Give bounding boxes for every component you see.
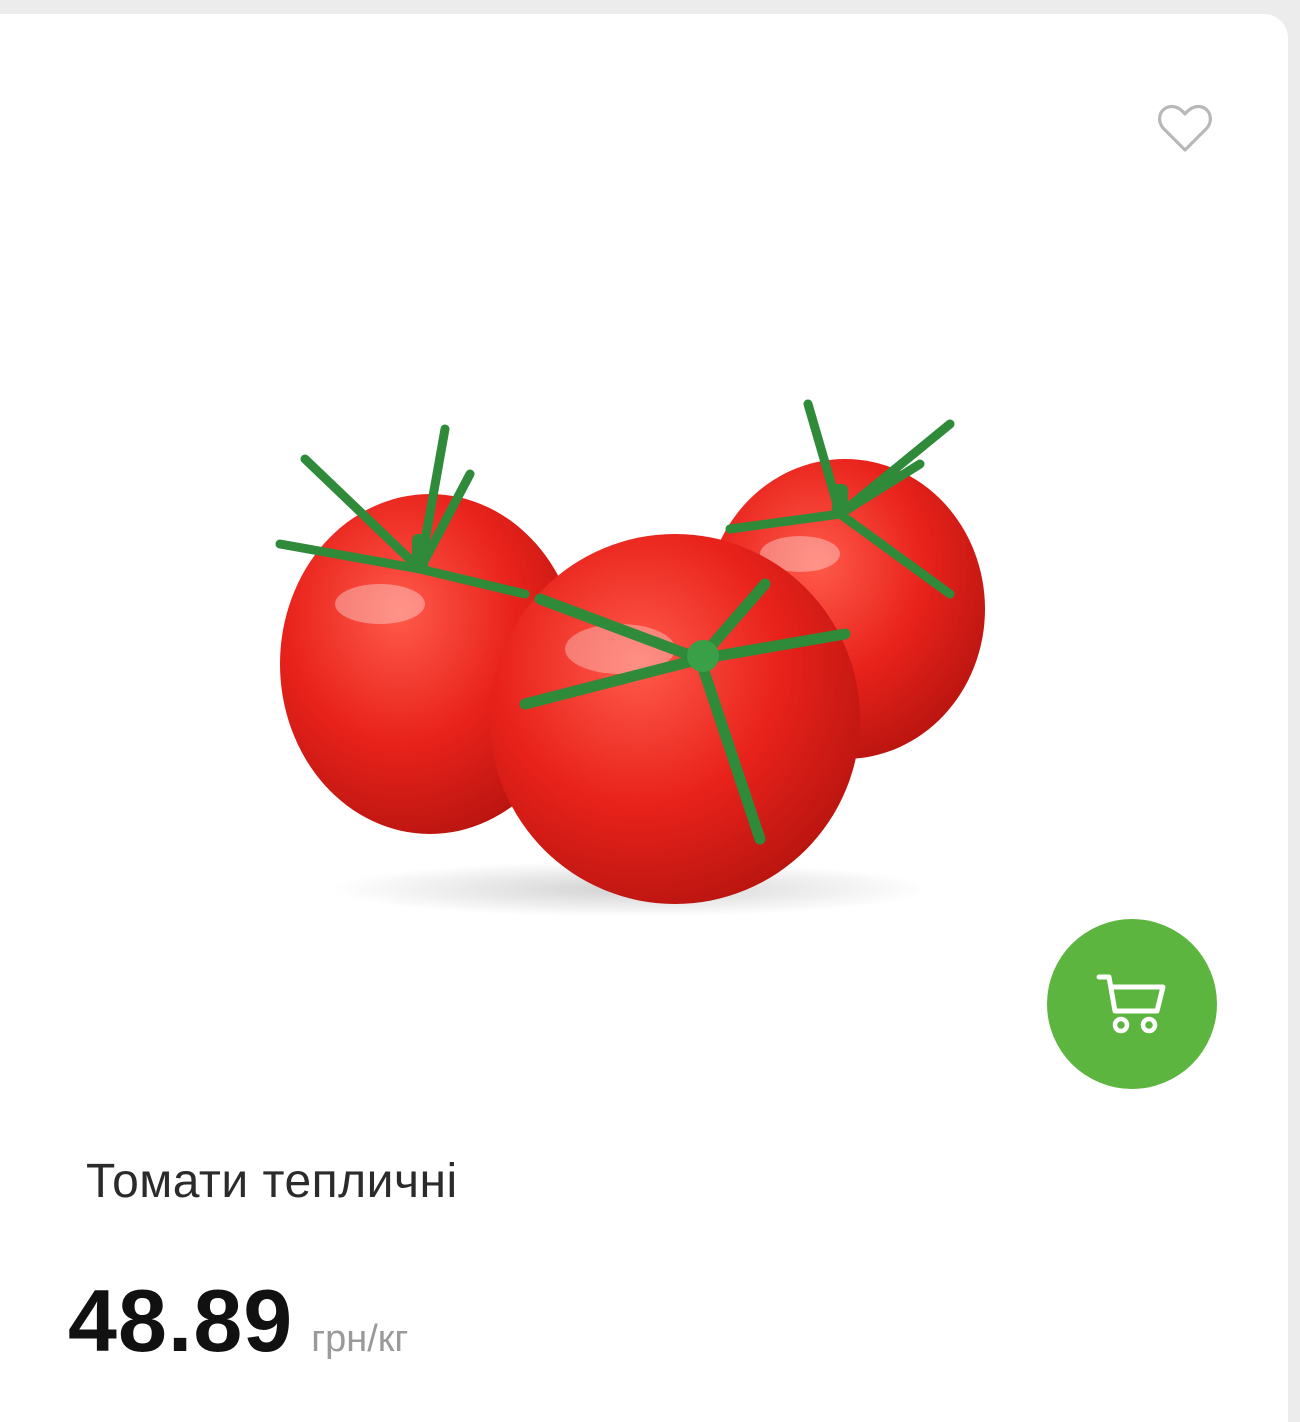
product-title[interactable]: Томати тепличні xyxy=(86,1154,458,1209)
product-price: 48.89 xyxy=(68,1271,294,1370)
price-unit: грн/кг xyxy=(311,1318,409,1360)
heart-outline-icon xyxy=(1158,104,1212,152)
shopping-cart-icon xyxy=(1096,974,1166,1034)
product-image xyxy=(275,399,985,917)
favorite-button[interactable] xyxy=(1152,96,1218,162)
price-row: 48.89 грн/кг xyxy=(68,1270,408,1372)
tomato xyxy=(490,534,860,904)
add-to-cart-button[interactable] xyxy=(1047,919,1217,1089)
product-card[interactable]: Томати тепличні 48.89 грн/кг xyxy=(0,14,1288,1422)
